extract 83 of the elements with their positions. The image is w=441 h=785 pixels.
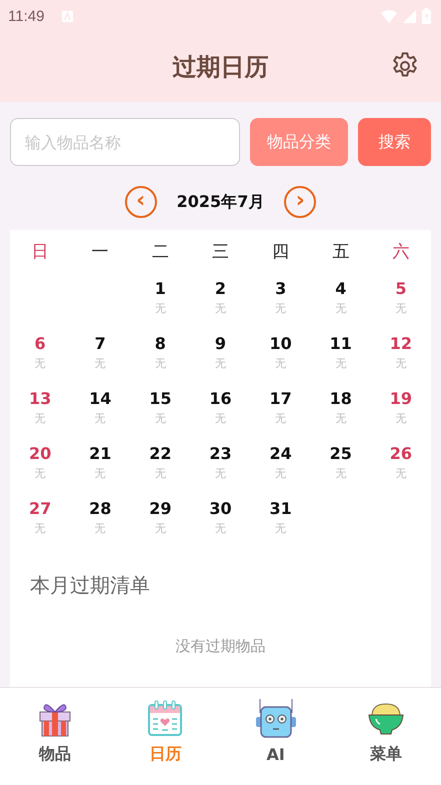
nav-tab[interactable]: 物品 (0, 688, 110, 785)
day-note: 无 (335, 356, 346, 371)
day-note: 无 (94, 411, 106, 426)
day-number[interactable]: 30 (209, 499, 232, 518)
day-number[interactable]: 22 (149, 444, 172, 463)
day-number[interactable]: 19 (390, 389, 412, 408)
day-number[interactable]: 6 (34, 334, 46, 353)
day-note: 无 (214, 466, 226, 481)
day-note: 无 (154, 356, 166, 371)
robot-icon (254, 699, 298, 739)
search-field[interactable]: 输入物品名称 (10, 118, 240, 166)
day-number[interactable]: 3 (275, 279, 286, 298)
day-note: 无 (34, 411, 46, 426)
day-number[interactable]: 15 (149, 389, 172, 408)
day-note: 无 (154, 466, 166, 481)
day-note: 无 (335, 466, 346, 481)
day-note: 无 (214, 301, 226, 316)
day-note: 无 (214, 356, 226, 371)
day-number[interactable]: 7 (94, 334, 106, 353)
day-note: 无 (94, 466, 106, 481)
weekday-label: 三 (210, 241, 230, 264)
month-label: 2025年7月 (176, 192, 264, 212)
day-number[interactable]: 18 (330, 389, 352, 408)
day-number[interactable]: 21 (89, 444, 112, 463)
day-note: 无 (34, 356, 46, 371)
notification-icon (62, 10, 74, 22)
day-number[interactable]: 31 (270, 499, 292, 518)
day-note: 无 (275, 411, 286, 426)
day-note: 无 (335, 411, 346, 426)
day-number[interactable]: 27 (28, 499, 52, 518)
day-note: 无 (34, 466, 46, 481)
weekday-label: 六 (391, 241, 410, 264)
nav-tab[interactable]: AI (220, 688, 331, 785)
day-note: 无 (335, 301, 346, 316)
status-time: 11:49 (8, 8, 44, 24)
day-note: 无 (395, 411, 406, 426)
day-note: 无 (214, 411, 226, 426)
day-number[interactable]: 13 (28, 389, 52, 408)
weekday-label: 二 (150, 241, 170, 264)
day-number[interactable]: 5 (395, 279, 406, 298)
day-note: 无 (34, 521, 46, 536)
weekday-label: 日 (30, 241, 50, 264)
day-note: 无 (214, 521, 226, 536)
day-note: 无 (395, 301, 406, 316)
day-note: 无 (154, 301, 166, 316)
section-title: 本月过期清单 (29, 572, 151, 599)
day-note: 无 (154, 521, 166, 536)
day-note: 无 (275, 301, 286, 316)
day-number[interactable]: 25 (330, 444, 352, 463)
day-number[interactable]: 16 (209, 389, 232, 408)
day-number[interactable]: 1 (154, 279, 166, 298)
day-number[interactable]: 9 (214, 334, 226, 353)
day-number[interactable]: 4 (335, 279, 346, 298)
day-number[interactable]: 29 (149, 499, 172, 518)
day-number[interactable]: 23 (209, 444, 232, 463)
day-note: 无 (275, 521, 286, 536)
page-title: 过期日历 (172, 52, 268, 83)
battery-icon (422, 8, 431, 24)
day-number[interactable]: 12 (390, 334, 412, 353)
day-number[interactable]: 17 (270, 389, 292, 408)
day-note: 无 (94, 521, 106, 536)
weekday-label: 五 (331, 241, 350, 264)
day-note: 无 (94, 356, 106, 371)
day-number[interactable]: 10 (270, 334, 292, 353)
day-note: 无 (154, 411, 166, 426)
day-number[interactable]: 8 (154, 334, 166, 353)
signal-icon (403, 10, 416, 22)
weekday-label: 一 (90, 241, 110, 264)
day-number[interactable]: 2 (214, 279, 226, 298)
day-note: 无 (395, 466, 406, 481)
day-number[interactable]: 11 (330, 334, 352, 353)
day-number[interactable]: 14 (89, 389, 112, 408)
nav-tab[interactable]: 菜单 (330, 688, 441, 785)
day-number[interactable]: 20 (28, 444, 52, 463)
day-note: 无 (275, 466, 286, 481)
wifi-icon (381, 10, 397, 22)
day-number[interactable]: 28 (89, 499, 112, 518)
empty-message: 没有过期物品 (174, 636, 266, 656)
day-note: 无 (275, 356, 286, 371)
weekday-label: 四 (271, 241, 290, 264)
day-note: 无 (395, 356, 406, 371)
day-number[interactable]: 24 (270, 444, 292, 463)
day-number[interactable]: 26 (390, 444, 412, 463)
